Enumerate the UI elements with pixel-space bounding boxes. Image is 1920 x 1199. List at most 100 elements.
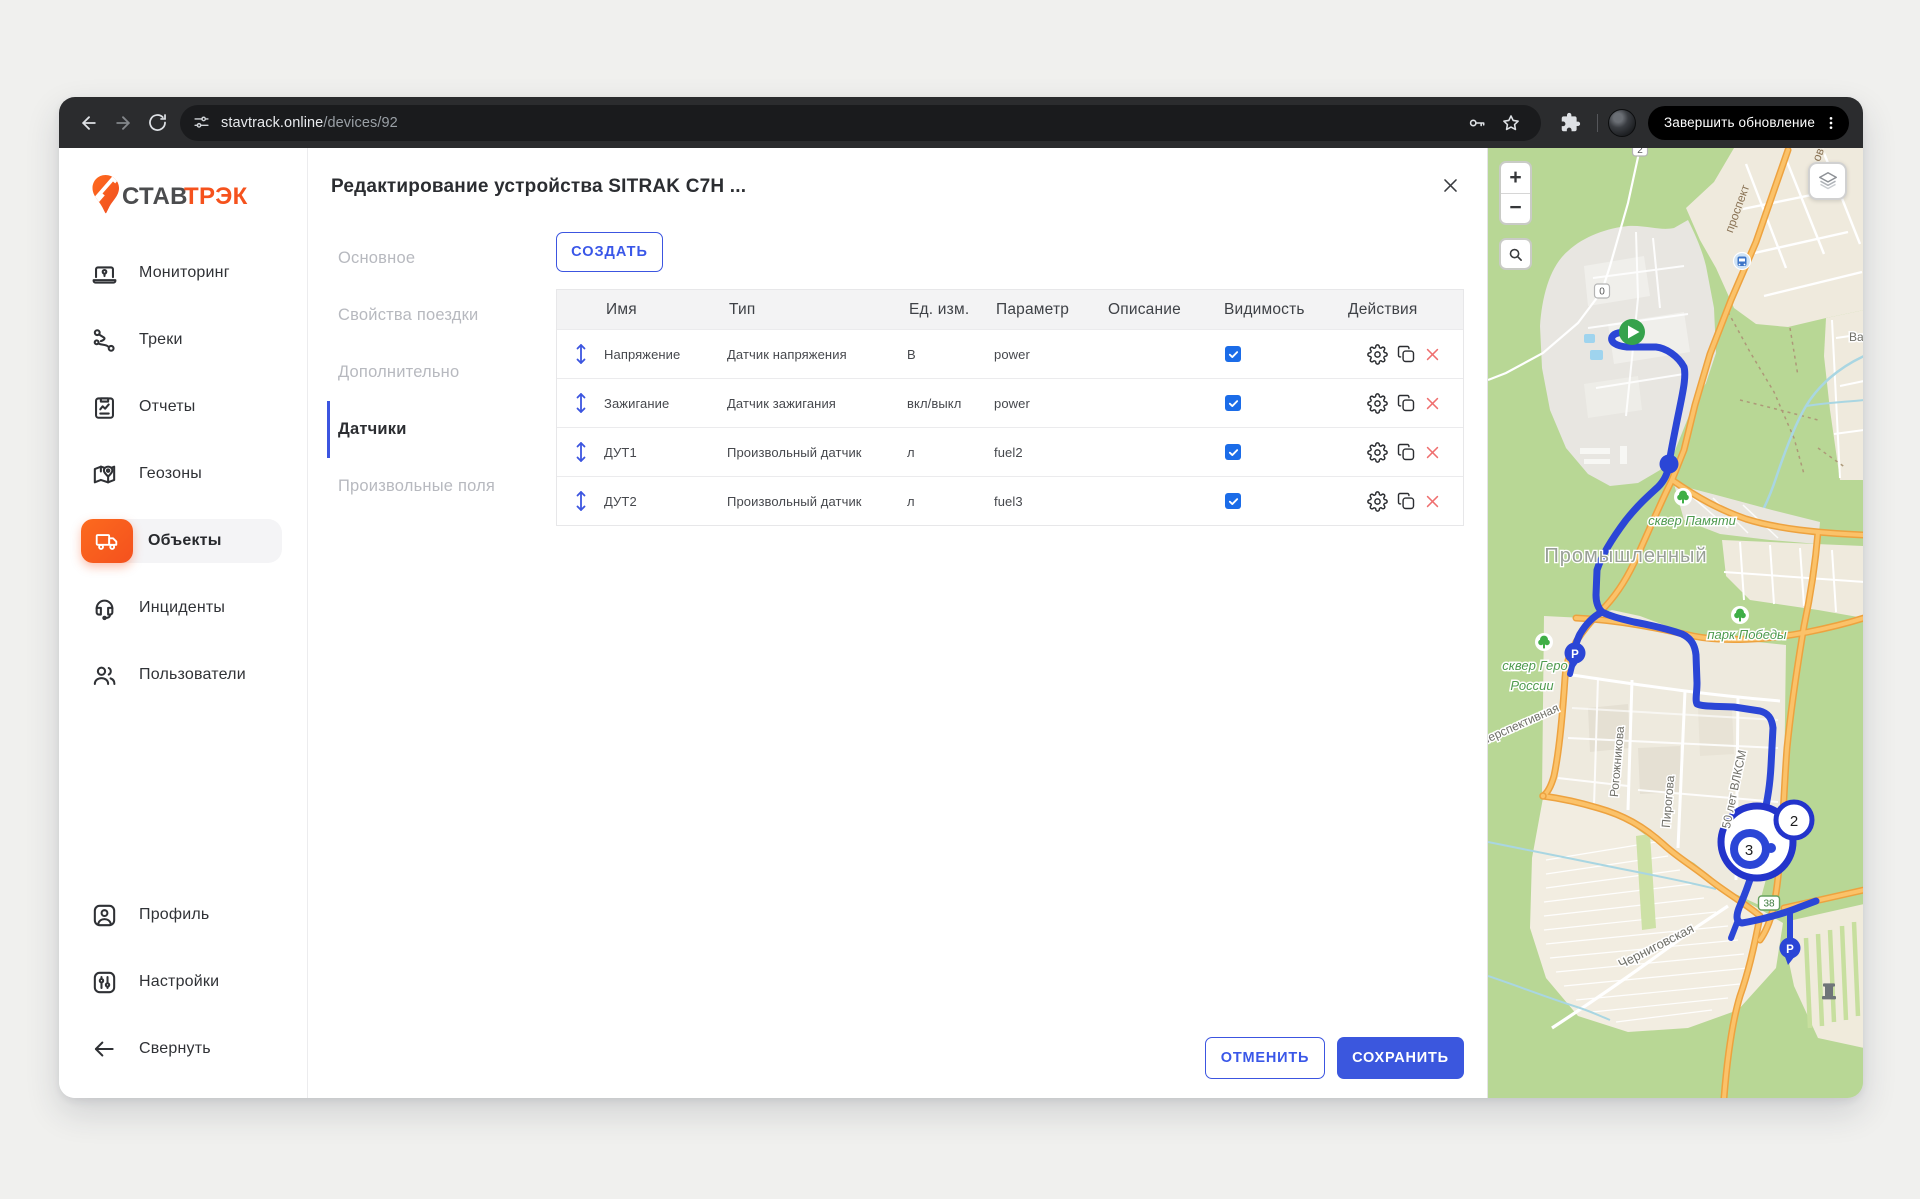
- sensor-settings-button[interactable]: [1367, 491, 1388, 512]
- tab-trip-properties[interactable]: Свойства поездки: [327, 287, 533, 344]
- sensor-copy-button[interactable]: [1396, 491, 1416, 511]
- cell-type: Датчик напряжения: [727, 347, 907, 362]
- gear-icon: [1367, 491, 1388, 512]
- sensor-settings-button[interactable]: [1367, 393, 1388, 414]
- park-label: сквер Геро: [1502, 658, 1567, 673]
- tree-icon: [1674, 488, 1692, 506]
- back-button[interactable]: [72, 106, 106, 140]
- cell-unit: л: [907, 494, 994, 509]
- tab-main[interactable]: Основное: [327, 230, 533, 287]
- start-marker[interactable]: [1619, 319, 1645, 345]
- sidebar-item-tracks[interactable]: Треки: [81, 318, 282, 362]
- sensor-settings-button[interactable]: [1367, 344, 1388, 365]
- cell-param: fuel2: [994, 445, 1106, 460]
- tree-icon: [1731, 606, 1749, 624]
- header-unit: Ед. изм.: [907, 301, 994, 319]
- sensor-delete-button[interactable]: [1424, 346, 1441, 363]
- url-path: /devices/92: [323, 115, 397, 131]
- sidebar-item-reports[interactable]: Отчеты: [81, 385, 282, 429]
- sidebar-nav: Мониторинг Треки Отчеты: [59, 251, 307, 720]
- objects-truck-icon: [81, 519, 133, 563]
- cell-param: power: [994, 347, 1106, 362]
- gear-icon: [1367, 344, 1388, 365]
- sidebar-item-label: Мониторинг: [139, 264, 230, 282]
- sidebar-collapse[interactable]: Свернуть: [81, 1027, 282, 1071]
- collapse-arrow-icon: [89, 1034, 119, 1064]
- tab-sensors[interactable]: Датчики: [327, 401, 533, 458]
- sensor-delete-button[interactable]: [1424, 395, 1441, 412]
- sidebar-item-label: Инциденты: [139, 599, 225, 617]
- modal-tabs: Основное Свойства поездки Дополнительно …: [308, 230, 533, 526]
- map-panel[interactable]: P P 3 2: [1487, 148, 1863, 1098]
- reports-icon: [89, 392, 119, 422]
- create-button[interactable]: СОЗДАТЬ: [556, 232, 663, 272]
- cell-name: Зажигание: [604, 396, 727, 411]
- map-search-button[interactable]: [1499, 238, 1532, 270]
- sensor-delete-button[interactable]: [1424, 493, 1441, 510]
- sensor-copy-button[interactable]: [1396, 393, 1416, 413]
- finish-update-button[interactable]: Завершить обновление: [1648, 106, 1849, 140]
- sensor-copy-button[interactable]: [1396, 344, 1416, 364]
- sidebar-item-settings[interactable]: Настройки: [81, 960, 282, 1004]
- tab-additional[interactable]: Дополнительно: [327, 344, 533, 401]
- copy-icon: [1396, 344, 1416, 364]
- zoom-in-button[interactable]: +: [1501, 163, 1530, 194]
- drag-handle[interactable]: [557, 391, 604, 415]
- address-bar[interactable]: stavtrack.online/devices/92: [180, 105, 1541, 141]
- reload-button[interactable]: [140, 106, 174, 140]
- extensions-button[interactable]: [1553, 106, 1587, 140]
- profile-avatar[interactable]: [1608, 109, 1636, 137]
- sidebar-item-geozones[interactable]: Геозоны: [81, 452, 282, 496]
- drag-handle[interactable]: [557, 440, 604, 464]
- users-icon: [89, 660, 119, 690]
- search-icon: [1508, 247, 1523, 262]
- sensor-delete-button[interactable]: [1424, 444, 1441, 461]
- zoom-control: + −: [1499, 161, 1532, 225]
- sidebar-item-label: Профиль: [139, 906, 209, 924]
- tracks-icon: [89, 325, 119, 355]
- bookmark-star-button[interactable]: [1497, 109, 1525, 137]
- finish-update-label: Завершить обновление: [1664, 115, 1815, 130]
- save-button[interactable]: СОХРАНИТЬ: [1337, 1037, 1464, 1079]
- waypoint-dot-marker[interactable]: [1660, 455, 1679, 474]
- cancel-button[interactable]: ОТМЕНИТЬ: [1205, 1037, 1325, 1079]
- close-button[interactable]: [1439, 174, 1461, 196]
- stavtrack-logo-icon: СТАВ ТРЭК: [89, 169, 261, 225]
- sensor-copy-button[interactable]: [1396, 442, 1416, 462]
- sensor-settings-button[interactable]: [1367, 442, 1388, 463]
- visibility-checkbox[interactable]: [1225, 444, 1241, 460]
- password-key-button[interactable]: [1463, 109, 1491, 137]
- sidebar-item-incidents[interactable]: Инциденты: [81, 586, 282, 630]
- cell-name: ДУТ2: [604, 494, 727, 509]
- cell-param: power: [994, 396, 1106, 411]
- visibility-checkbox[interactable]: [1225, 346, 1241, 362]
- sidebar-item-profile[interactable]: Профиль: [81, 893, 282, 937]
- visibility-checkbox[interactable]: [1225, 395, 1241, 411]
- row-actions: [1346, 442, 1463, 463]
- modal-footer: ОТМЕНИТЬ СОХРАНИТЬ: [1205, 1037, 1464, 1079]
- svg-text:P: P: [1786, 944, 1794, 956]
- check-icon: [1228, 398, 1239, 409]
- zoom-out-button[interactable]: −: [1501, 194, 1530, 224]
- map-layers-button[interactable]: [1808, 162, 1847, 200]
- tab-custom-fields[interactable]: Произвольные поля: [327, 458, 533, 515]
- browser-menu-button[interactable]: [1819, 111, 1843, 135]
- sidebar-item-users[interactable]: Пользователи: [81, 653, 282, 697]
- modal-body: Основное Свойства поездки Дополнительно …: [308, 230, 1487, 526]
- star-icon: [1501, 113, 1521, 133]
- tree-icon: [1535, 633, 1553, 651]
- svg-text:38: 38: [1763, 899, 1775, 910]
- delete-x-icon: [1424, 493, 1441, 510]
- sort-arrows-icon: [575, 342, 587, 366]
- forward-button[interactable]: [106, 106, 140, 140]
- drag-handle[interactable]: [557, 342, 604, 366]
- sidebar-item-monitoring[interactable]: Мониторинг: [81, 251, 282, 295]
- check-icon: [1228, 447, 1239, 458]
- delete-x-icon: [1424, 346, 1441, 363]
- drag-handle[interactable]: [557, 489, 604, 513]
- monitoring-icon: [89, 258, 119, 288]
- visibility-checkbox[interactable]: [1225, 493, 1241, 509]
- map-canvas: P P 3 2: [1488, 148, 1863, 1098]
- sidebar-item-objects[interactable]: Объекты: [81, 519, 282, 563]
- check-icon: [1228, 496, 1239, 507]
